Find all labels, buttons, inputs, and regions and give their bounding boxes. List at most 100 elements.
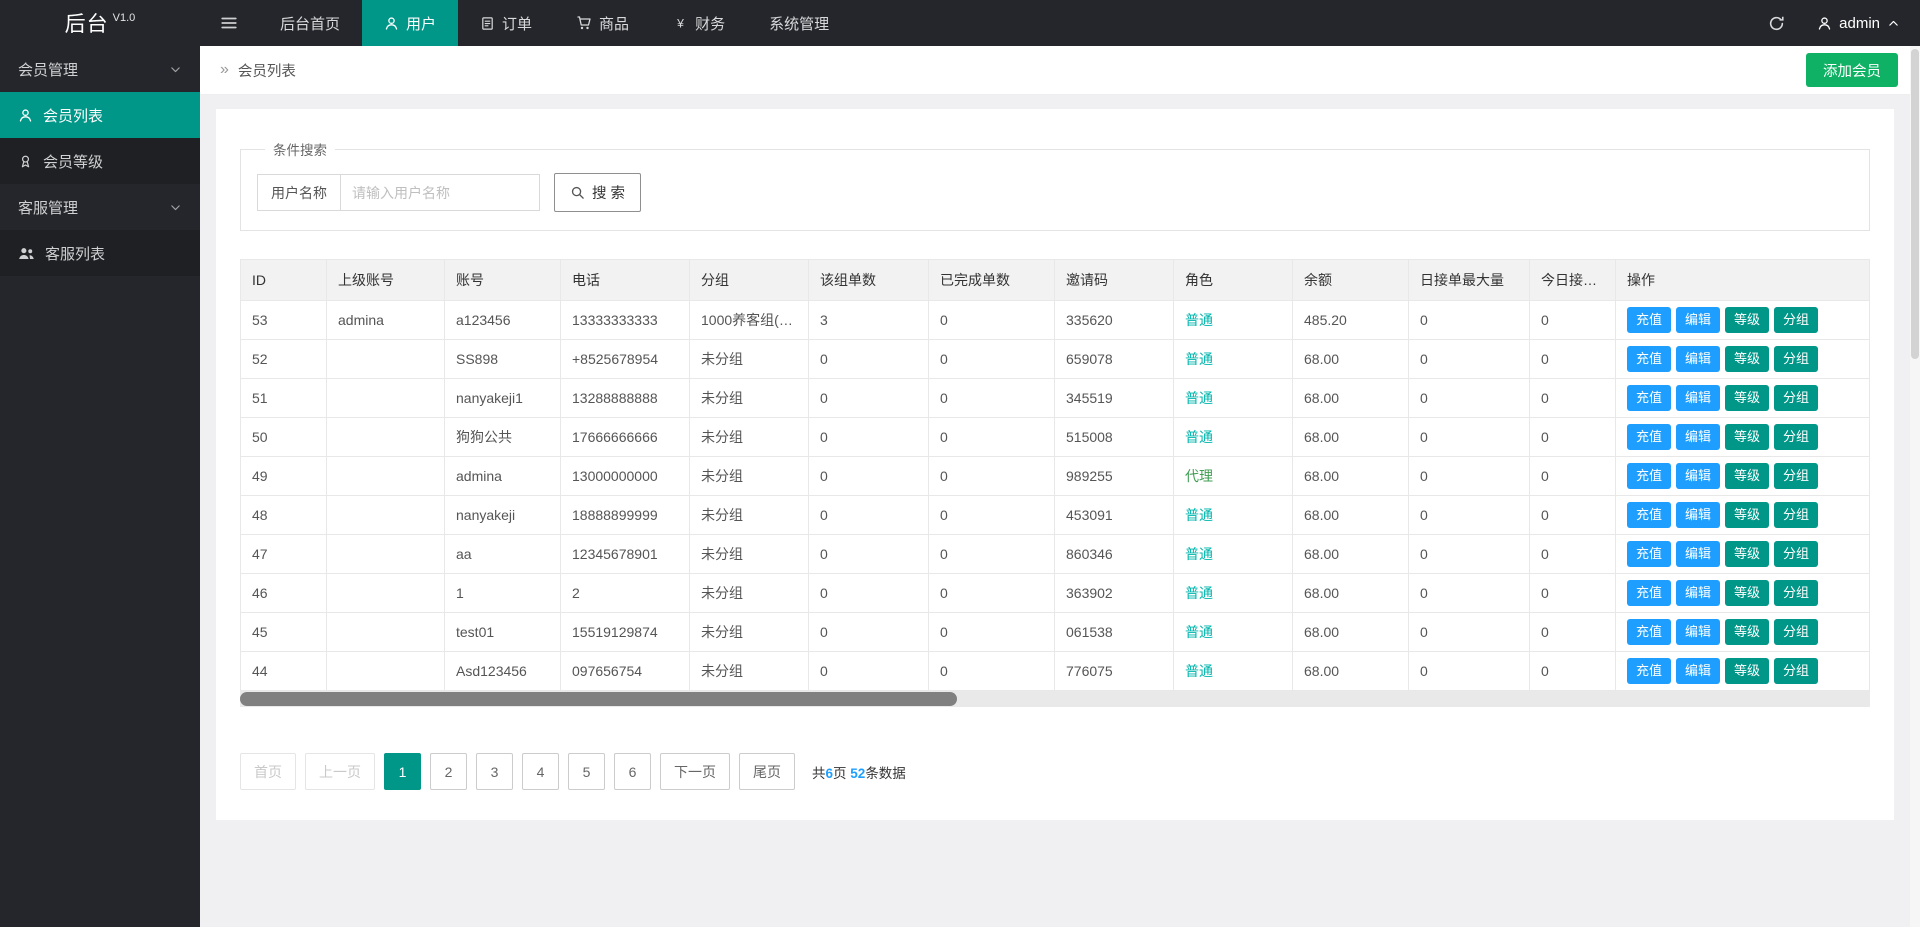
cell-group_orders: 0 (809, 340, 929, 379)
role-badge: 代理 (1185, 468, 1213, 484)
nav-item-menu-0[interactable]: 后台首页 (258, 0, 362, 46)
horizontal-scrollbar-thumb[interactable] (240, 692, 957, 706)
level-button[interactable]: 等级 (1725, 463, 1769, 489)
user-menu[interactable]: admin (1803, 0, 1920, 46)
cell-group: 未分组 (690, 652, 809, 691)
group-button[interactable]: 分组 (1774, 385, 1818, 411)
level-button[interactable]: 等级 (1725, 619, 1769, 645)
recharge-button[interactable]: 充值 (1627, 541, 1671, 567)
edit-button[interactable]: 编辑 (1676, 541, 1720, 567)
edit-button[interactable]: 编辑 (1676, 424, 1720, 450)
refresh-button[interactable] (1750, 0, 1803, 46)
cell-daily_max: 0 (1409, 535, 1530, 574)
search-button[interactable]: 搜 索 (554, 173, 641, 212)
add-member-button[interactable]: 添加会员 (1806, 53, 1898, 87)
recharge-button[interactable]: 充值 (1627, 502, 1671, 528)
edit-button[interactable]: 编辑 (1676, 658, 1720, 684)
cell-account: 1 (445, 574, 561, 613)
page-button-page-2[interactable]: 2 (430, 753, 467, 790)
sidebar-item-2[interactable]: 会员等级 (0, 138, 200, 184)
group-button[interactable]: 分组 (1774, 463, 1818, 489)
cell-invite: 515008 (1055, 418, 1174, 457)
cell-account: nanyakeji1 (445, 379, 561, 418)
total-records: 52 (850, 766, 865, 781)
recharge-button[interactable]: 充值 (1627, 658, 1671, 684)
sidebar-item-1[interactable]: 会员列表 (0, 92, 200, 138)
cell-phone: 12345678901 (561, 535, 690, 574)
level-button[interactable]: 等级 (1725, 424, 1769, 450)
nav-item-user[interactable]: 用户 (362, 0, 458, 46)
recharge-button[interactable]: 充值 (1627, 385, 1671, 411)
page-button-last[interactable]: 尾页 (739, 753, 795, 790)
page-button-next[interactable]: 下一页 (660, 753, 730, 790)
cell-balance: 68.00 (1293, 574, 1409, 613)
cell-balance: 68.00 (1293, 613, 1409, 652)
level-button[interactable]: 等级 (1725, 658, 1769, 684)
nav-item-label: 财务 (695, 13, 725, 34)
cell-id: 50 (241, 418, 327, 457)
recharge-button[interactable]: 充值 (1627, 619, 1671, 645)
cell-actions: 充值编辑等级分组禁用 (1616, 340, 1870, 379)
edit-button[interactable]: 编辑 (1676, 502, 1720, 528)
group-button[interactable]: 分组 (1774, 502, 1818, 528)
level-button[interactable]: 等级 (1725, 346, 1769, 372)
username-search-input[interactable] (340, 174, 540, 211)
nav-item-label: 后台首页 (280, 13, 340, 34)
group-button[interactable]: 分组 (1774, 580, 1818, 606)
group-button[interactable]: 分组 (1774, 541, 1818, 567)
cell-today: 0 (1530, 301, 1616, 340)
group-button[interactable]: 分组 (1774, 346, 1818, 372)
vertical-scrollbar-thumb[interactable] (1911, 49, 1919, 359)
cell-completed: 0 (929, 418, 1055, 457)
level-button[interactable]: 等级 (1725, 541, 1769, 567)
cell-parent (327, 652, 445, 691)
nav-item-label: 用户 (406, 13, 436, 34)
column-header: 操作 (1616, 260, 1870, 301)
member-icon (18, 108, 33, 123)
cell-phone: +8525678954 (561, 340, 690, 379)
sidebar-toggle-button[interactable] (200, 0, 258, 46)
nav-item-menu-5[interactable]: 系统管理 (747, 0, 851, 46)
recharge-button[interactable]: 充值 (1627, 580, 1671, 606)
cell-completed: 0 (929, 574, 1055, 613)
nav-item-order[interactable]: 订单 (458, 0, 554, 46)
sidebar-item-0[interactable]: 会员管理 (0, 46, 200, 92)
role-badge: 普通 (1185, 624, 1213, 640)
cell-group_orders: 0 (809, 613, 929, 652)
edit-button[interactable]: 编辑 (1676, 346, 1720, 372)
page-button-page-3[interactable]: 3 (476, 753, 513, 790)
recharge-button[interactable]: 充值 (1627, 463, 1671, 489)
page-button-page-1[interactable]: 1 (384, 753, 421, 790)
page-button-page-6[interactable]: 6 (614, 753, 651, 790)
cell-role: 普通 (1174, 340, 1293, 379)
page-title: 会员列表 (238, 60, 296, 81)
edit-button[interactable]: 编辑 (1676, 307, 1720, 333)
edit-button[interactable]: 编辑 (1676, 580, 1720, 606)
level-button[interactable]: 等级 (1725, 307, 1769, 333)
topbar-right: admin (1750, 0, 1920, 46)
sidebar-item-4[interactable]: 客服列表 (0, 230, 200, 276)
page-button-page-4[interactable]: 4 (522, 753, 559, 790)
page-button-page-5[interactable]: 5 (568, 753, 605, 790)
cell-role: 普通 (1174, 496, 1293, 535)
group-button[interactable]: 分组 (1774, 307, 1818, 333)
group-button[interactable]: 分组 (1774, 619, 1818, 645)
cell-role: 普通 (1174, 574, 1293, 613)
level-button[interactable]: 等级 (1725, 502, 1769, 528)
cell-parent (327, 535, 445, 574)
nav-item-goods[interactable]: 商品 (554, 0, 651, 46)
recharge-button[interactable]: 充值 (1627, 346, 1671, 372)
edit-button[interactable]: 编辑 (1676, 463, 1720, 489)
edit-button[interactable]: 编辑 (1676, 619, 1720, 645)
group-button[interactable]: 分组 (1774, 658, 1818, 684)
recharge-button[interactable]: 充值 (1627, 307, 1671, 333)
table-row: 45test0115519129874未分组00061538普通68.0000充… (241, 613, 1870, 652)
column-header: 分组 (690, 260, 809, 301)
level-button[interactable]: 等级 (1725, 580, 1769, 606)
nav-item-finance[interactable]: ¥财务 (651, 0, 747, 46)
sidebar-item-3[interactable]: 客服管理 (0, 184, 200, 230)
level-button[interactable]: 等级 (1725, 385, 1769, 411)
group-button[interactable]: 分组 (1774, 424, 1818, 450)
edit-button[interactable]: 编辑 (1676, 385, 1720, 411)
recharge-button[interactable]: 充值 (1627, 424, 1671, 450)
